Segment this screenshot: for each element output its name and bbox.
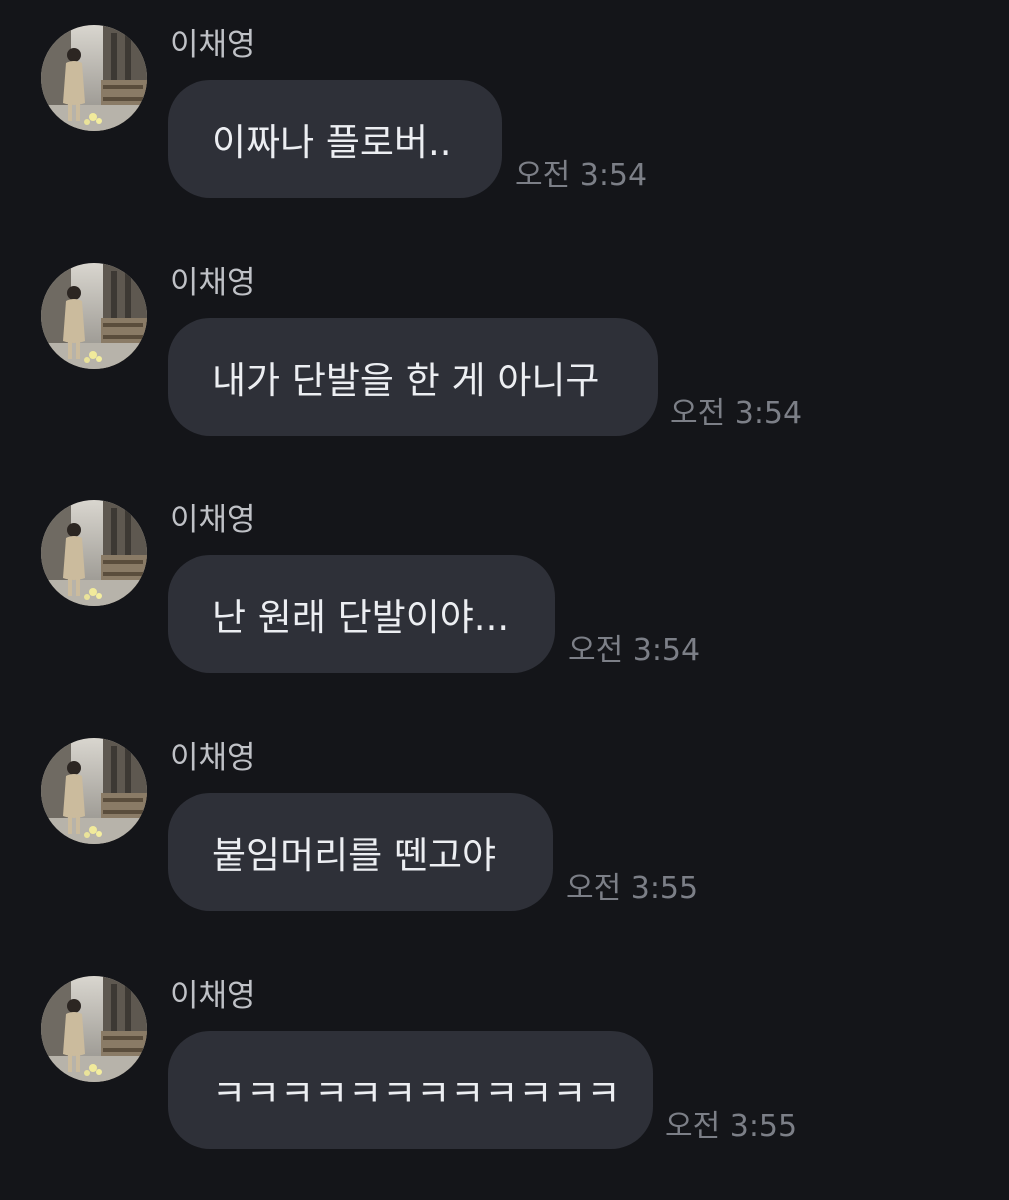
profile-photo-icon xyxy=(41,263,147,369)
message-row: 이채영 내가 단발을 한 게 아니구 오전 3:54 xyxy=(0,238,1009,438)
message-text: 붙임머리를 뗀고야 xyxy=(212,834,497,877)
avatar[interactable] xyxy=(41,500,147,606)
avatar[interactable] xyxy=(41,25,147,131)
message-time: 오전 3:54 xyxy=(670,396,803,431)
message-text: 이짜나 플로버.. xyxy=(212,121,452,164)
sender-name: 이채영 xyxy=(170,740,256,776)
sender-name: 이채영 xyxy=(170,27,256,63)
profile-photo-icon xyxy=(41,25,147,131)
message-row: 이채영 붙임머리를 뗀고야 오전 3:55 xyxy=(0,713,1009,913)
message-text: 난 원래 단발이야... xyxy=(212,596,510,639)
avatar[interactable] xyxy=(41,976,147,1082)
message-bubble[interactable]: ㅋㅋㅋㅋㅋㅋㅋㅋㅋㅋㅋㅋ xyxy=(168,1031,653,1149)
message-time: 오전 3:54 xyxy=(515,158,648,193)
message-bubble[interactable]: 난 원래 단발이야... xyxy=(168,555,555,673)
message-bubble[interactable]: 내가 단발을 한 게 아니구 xyxy=(168,318,658,436)
message-time: 오전 3:55 xyxy=(665,1109,798,1144)
message-row: 이채영 난 원래 단발이야... 오전 3:54 xyxy=(0,475,1009,675)
message-row: 이채영 ㅋㅋㅋㅋㅋㅋㅋㅋㅋㅋㅋㅋ 오전 3:55 xyxy=(0,951,1009,1151)
avatar[interactable] xyxy=(41,263,147,369)
profile-photo-icon xyxy=(41,500,147,606)
message-bubble[interactable]: 붙임머리를 뗀고야 xyxy=(168,793,553,911)
message-time: 오전 3:54 xyxy=(568,633,701,668)
avatar[interactable] xyxy=(41,738,147,844)
chat-thread[interactable]: 이채영 이짜나 플로버.. 오전 3:54 이채영 내가 단발을 한 게 아니구… xyxy=(0,0,1009,1200)
profile-photo-icon xyxy=(41,738,147,844)
message-row: 이채영 이짜나 플로버.. 오전 3:54 xyxy=(0,0,1009,200)
sender-name: 이채영 xyxy=(170,978,256,1014)
profile-photo-icon xyxy=(41,976,147,1082)
message-text: 내가 단발을 한 게 아니구 xyxy=(212,359,600,402)
message-time: 오전 3:55 xyxy=(566,871,699,906)
message-bubble[interactable]: 이짜나 플로버.. xyxy=(168,80,502,198)
sender-name: 이채영 xyxy=(170,265,256,301)
message-text: ㅋㅋㅋㅋㅋㅋㅋㅋㅋㅋㅋㅋ xyxy=(212,1072,621,1115)
sender-name: 이채영 xyxy=(170,502,256,538)
